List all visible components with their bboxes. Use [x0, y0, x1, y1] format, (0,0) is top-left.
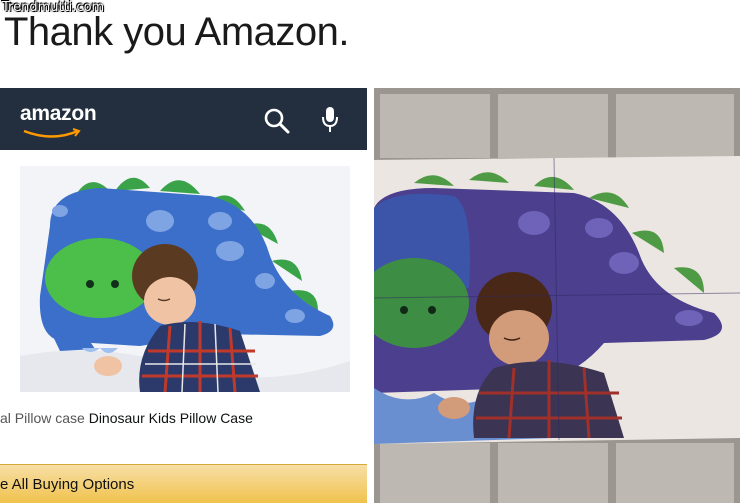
received-product-photo [374, 88, 740, 503]
flat-pillowcase-photo-illustration [374, 88, 740, 503]
amazon-logo[interactable]: amazon [20, 102, 97, 126]
product-image[interactable] [20, 166, 350, 392]
buy-button-label: e All Buying Options [0, 476, 135, 493]
product-title-prefix: al Pillow case [0, 410, 89, 426]
amazon-header: amazon [0, 88, 367, 150]
dinosaur-pillow-photo-illustration [20, 166, 350, 392]
amazon-listing-screenshot: amazon al Pillow case Dinosaur Kids Pill… [0, 88, 367, 503]
search-icon[interactable] [263, 107, 291, 135]
amazon-smile-icon [23, 128, 81, 138]
meme-caption: Thank you Amazon. [4, 10, 350, 54]
mic-icon[interactable] [320, 105, 340, 135]
product-title[interactable]: al Pillow case Dinosaur Kids Pillow Case [0, 410, 253, 426]
see-all-buying-options-button[interactable]: e All Buying Options [0, 464, 367, 503]
product-title-main: Dinosaur Kids Pillow Case [88, 410, 253, 426]
